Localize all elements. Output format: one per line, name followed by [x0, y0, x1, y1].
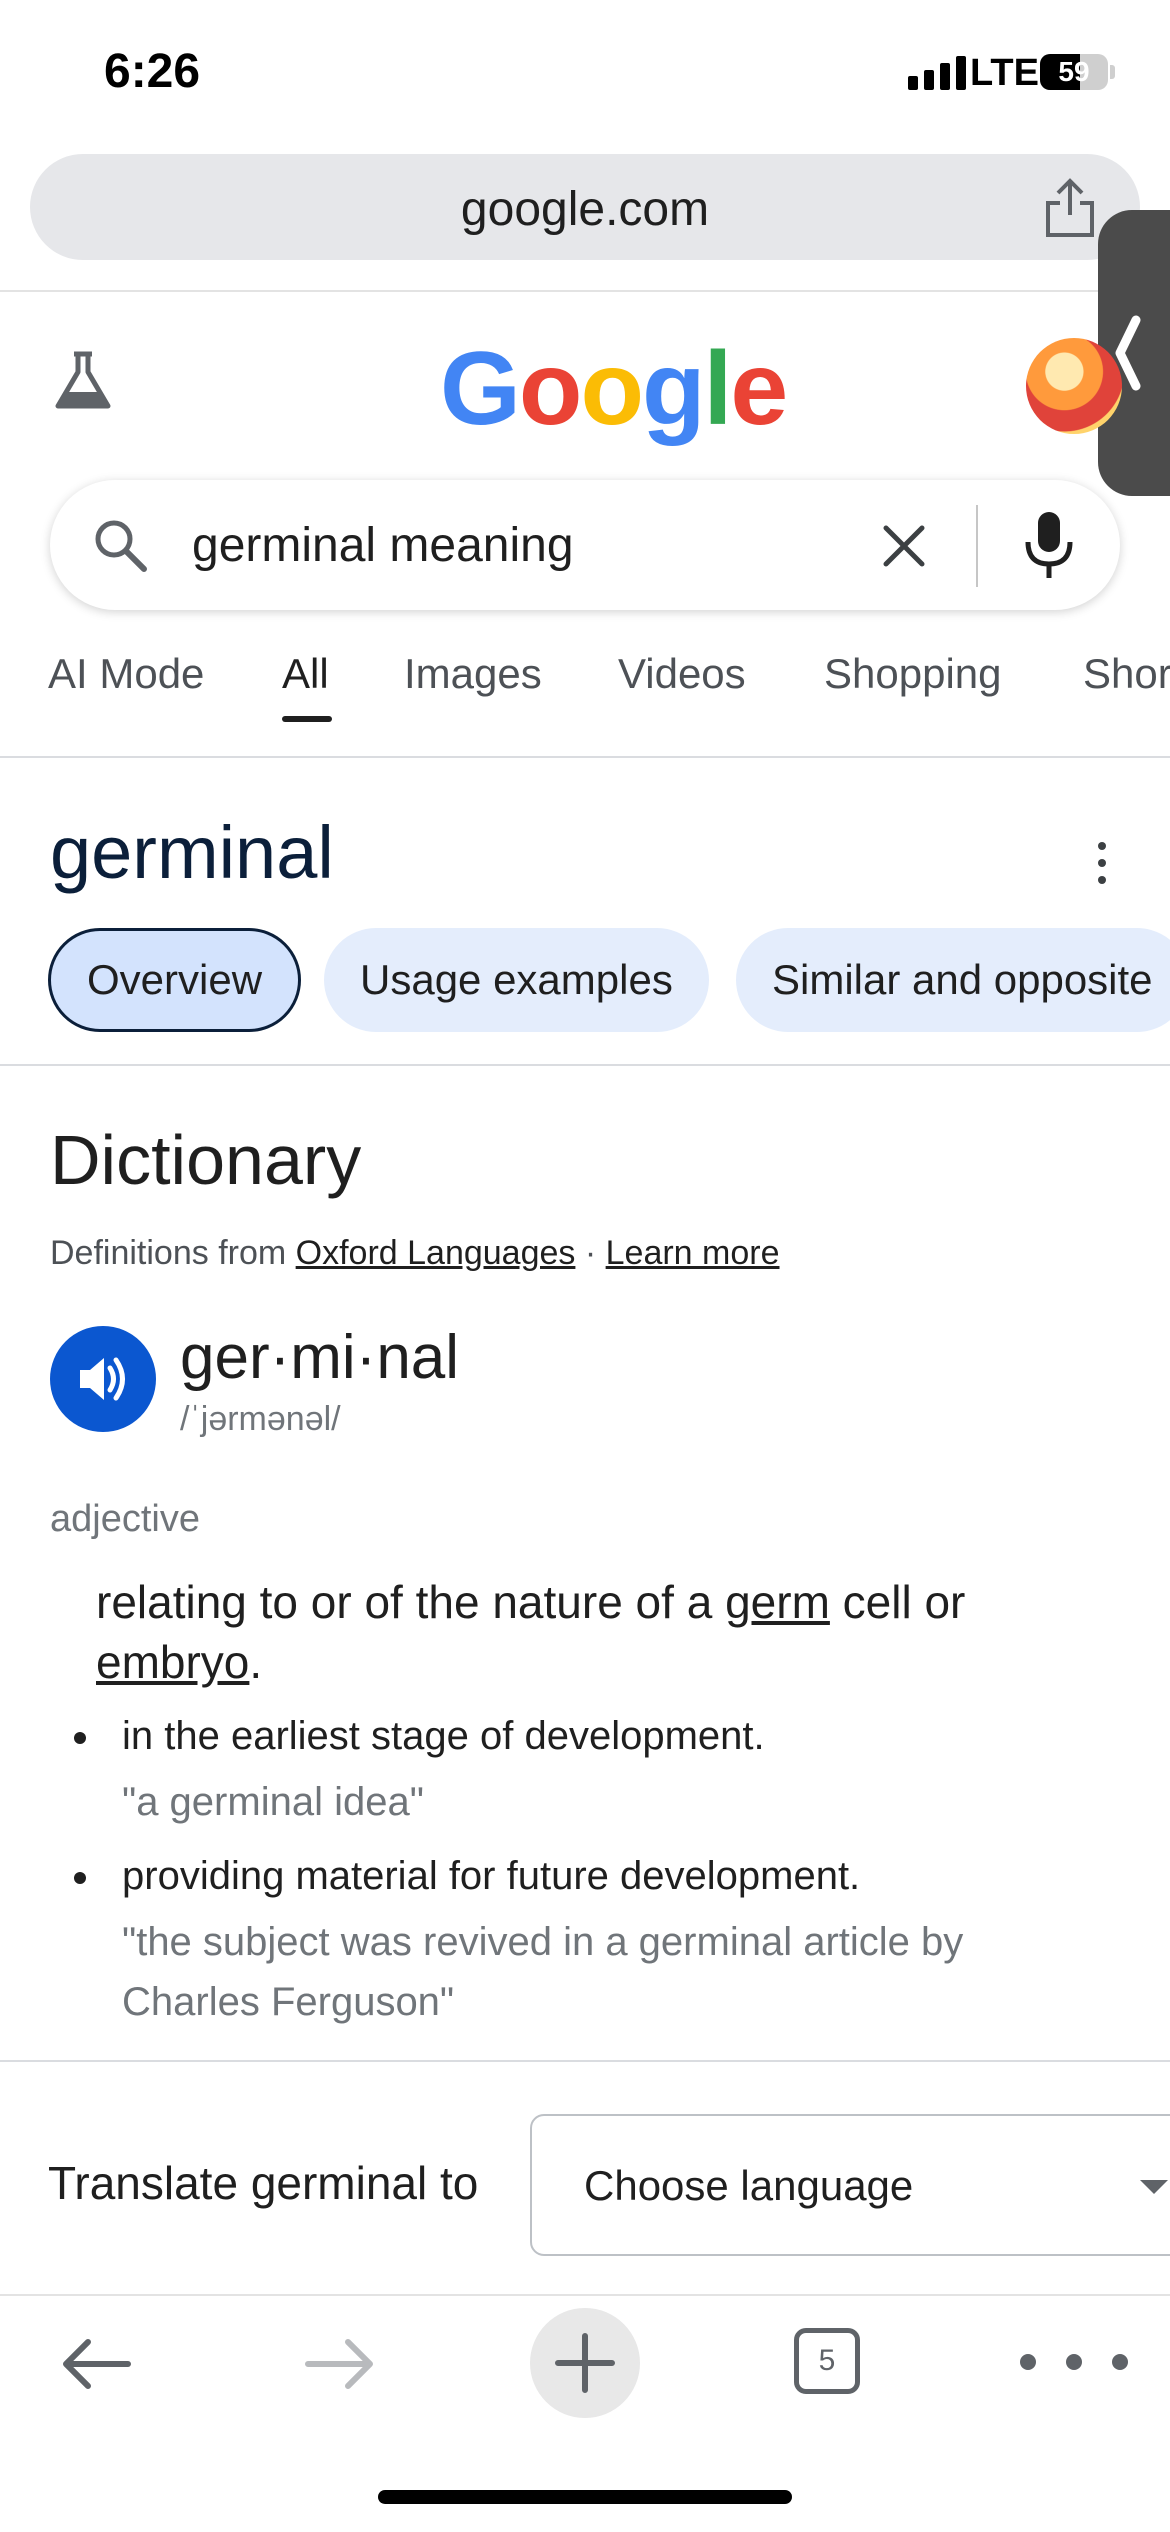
logo-letter: o	[518, 331, 583, 447]
chip-usage-examples[interactable]: Usage examples	[324, 928, 709, 1032]
primary-definition: relating to or of the nature of a germ c…	[96, 1572, 1096, 1692]
bullet	[74, 1872, 86, 1884]
search-tabs: AI Mode All Images Videos Shopping Shor	[0, 650, 1170, 760]
microphone-icon[interactable]	[1022, 508, 1076, 582]
phonetic: /ˈjərmənəl/	[180, 1400, 341, 1438]
forward-arrow-icon[interactable]	[302, 2332, 378, 2396]
network-type: LTE	[970, 52, 1039, 94]
google-logo[interactable]: Google	[440, 330, 788, 449]
dropdown-arrow-icon	[1140, 2180, 1168, 2194]
battery-icon: 59	[1040, 54, 1108, 90]
status-time: 6:26	[104, 45, 201, 98]
dictionary-heading: Dictionary	[50, 1121, 362, 1199]
search-input[interactable]: germinal meaning	[192, 518, 574, 573]
dictionary-source: Definitions from Oxford Languages · Lear…	[50, 1234, 780, 1273]
chip-overview[interactable]: Overview	[48, 928, 302, 1032]
divider	[0, 756, 1170, 758]
sense-definition: in the earliest stage of development.	[122, 1714, 765, 1758]
divider	[0, 1064, 1170, 1066]
active-tab-indicator	[282, 716, 332, 722]
learn-more-link[interactable]: Learn more	[606, 1234, 780, 1272]
definition-text: relating to or of the nature of a	[96, 1576, 726, 1628]
plus-icon	[555, 2333, 615, 2393]
tab-videos[interactable]: Videos	[618, 650, 746, 698]
translate-label: Translate germinal to	[48, 2157, 479, 2209]
back-arrow-icon[interactable]	[58, 2332, 134, 2396]
source-prefix: Definitions from	[50, 1234, 296, 1272]
speaker-icon	[80, 1357, 125, 1401]
tab-ai-mode[interactable]: AI Mode	[48, 650, 204, 698]
logo-letter: G	[440, 331, 521, 447]
oxford-languages-link[interactable]: Oxford Languages	[296, 1234, 576, 1272]
address-url: google.com	[460, 183, 710, 236]
logo-letter: l	[703, 331, 733, 447]
more-horiz-icon[interactable]	[1014, 2352, 1134, 2372]
divider	[0, 2060, 1170, 2062]
entity-title: germinal	[50, 811, 334, 894]
language-select-value: Choose language	[584, 2162, 914, 2209]
labs-flask-icon[interactable]	[52, 350, 114, 412]
sense-example: "a germinal idea"	[122, 1780, 424, 1824]
battery-nub	[1110, 65, 1115, 79]
part-of-speech: adjective	[50, 1498, 200, 1540]
share-icon[interactable]	[1040, 175, 1100, 239]
chip-similar-and-opposite[interactable]: Similar and opposite	[736, 928, 1170, 1032]
logo-letter: g	[641, 331, 706, 447]
tab-all[interactable]: All	[282, 650, 329, 698]
divider	[0, 290, 1170, 292]
clear-icon[interactable]	[876, 518, 932, 574]
cellular-signal-icon	[908, 56, 966, 90]
tab-switcher-button[interactable]: 5	[794, 2328, 860, 2394]
sense-definition: providing material for future developmen…	[122, 1854, 861, 1898]
logo-letter: o	[580, 331, 644, 447]
search-icon	[95, 520, 147, 572]
germ-link[interactable]: germ	[725, 1576, 830, 1628]
headword: ger·mi·nal	[180, 1323, 460, 1392]
more-vert-icon[interactable]	[1090, 838, 1114, 888]
address-bar[interactable]: google.com	[30, 154, 1140, 260]
tab-shopping[interactable]: Shopping	[824, 650, 1002, 698]
definition-text: cell or	[829, 1576, 966, 1628]
pronunciation-button[interactable]	[50, 1326, 156, 1432]
embryo-link[interactable]: embryo	[96, 1636, 249, 1688]
logo-letter: e	[730, 331, 788, 447]
search-divider	[976, 505, 978, 587]
bullet	[74, 1732, 86, 1744]
tab-images[interactable]: Images	[404, 650, 542, 698]
definition-text: .	[249, 1636, 263, 1688]
source-separator: ·	[575, 1234, 606, 1272]
battery-percent: 59	[1058, 56, 1090, 87]
new-tab-button[interactable]	[530, 2308, 640, 2418]
sense-example: "the subject was revived in a germinal a…	[122, 1920, 964, 2024]
home-indicator[interactable]	[378, 2490, 792, 2504]
avatar[interactable]	[1026, 338, 1122, 434]
tab-shorts[interactable]: Shor	[1083, 650, 1170, 698]
